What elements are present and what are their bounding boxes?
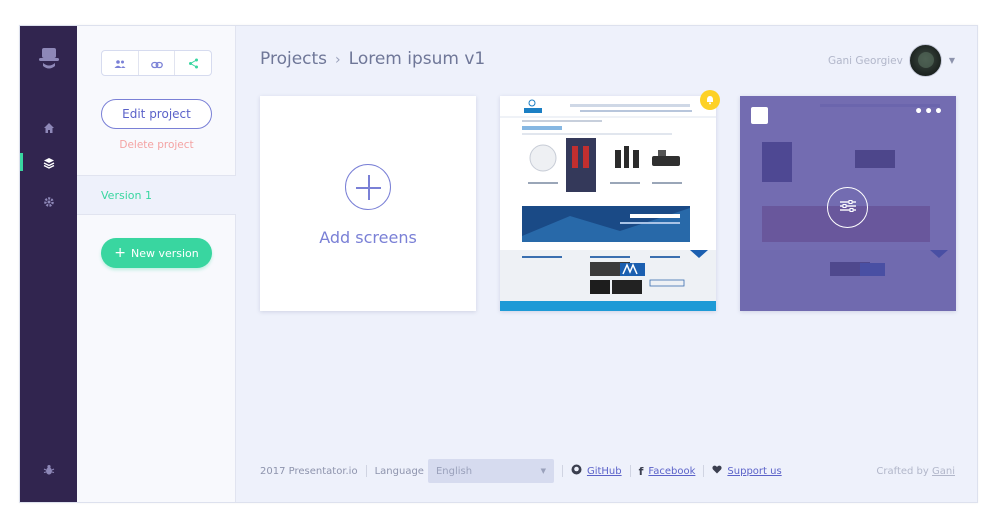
crafted-by: Crafted by Gani <box>876 466 955 477</box>
nav-settings[interactable] <box>20 190 77 214</box>
users-icon <box>114 54 126 73</box>
plus-icon: + <box>114 245 126 261</box>
avatar <box>908 44 942 77</box>
heart-icon <box>712 465 722 477</box>
screen-settings-button[interactable] <box>827 187 868 228</box>
breadcrumb-separator: › <box>335 52 341 68</box>
caret-down-icon: ▼ <box>540 467 546 475</box>
sliders-icon <box>839 198 857 217</box>
screen-thumbnail <box>500 96 716 311</box>
footer: 2017 Presentator.io Language English ▼ G… <box>260 459 955 483</box>
layers-icon <box>43 154 55 173</box>
github-link-text[interactable]: GitHub <box>587 466 622 477</box>
facebook-link[interactable]: f Facebook <box>639 465 696 478</box>
presentator-logo[interactable] <box>36 46 62 74</box>
footer-divider <box>703 465 705 477</box>
language-value: English <box>435 465 473 477</box>
user-name: Gani Georgiev <box>827 54 903 67</box>
home-icon <box>43 119 55 138</box>
share-icon <box>188 54 199 73</box>
edit-project-button[interactable]: Edit project <box>101 99 212 129</box>
bug-icon <box>43 461 55 480</box>
nav-report-bug[interactable] <box>20 458 77 482</box>
plus-circle-icon <box>345 164 391 210</box>
copyright-text: 2017 Presentator.io <box>260 465 358 477</box>
nav-home[interactable] <box>20 116 77 140</box>
members-button[interactable] <box>102 51 139 75</box>
language-select[interactable]: English ▼ <box>427 459 554 483</box>
add-screens-label: Add screens <box>319 228 417 247</box>
main-nav <box>20 26 77 502</box>
notification-bell-icon[interactable] <box>700 90 720 110</box>
footer-divider <box>561 465 563 477</box>
delete-project-link[interactable]: Delete project <box>77 139 236 151</box>
breadcrumb: Projects › Lorem ipsum v1 <box>260 49 485 69</box>
github-link[interactable]: GitHub <box>571 464 622 478</box>
facebook-icon: f <box>638 464 644 478</box>
support-link[interactable]: Support us <box>712 465 782 477</box>
crafted-prefix: Crafted by <box>876 465 929 477</box>
github-icon <box>571 464 582 478</box>
screen-card[interactable]: ••• <box>740 96 956 311</box>
support-link-text[interactable]: Support us <box>727 466 781 477</box>
facebook-link-text[interactable]: Facebook <box>648 466 695 477</box>
footer-divider <box>365 465 367 477</box>
select-checkbox[interactable] <box>751 107 768 124</box>
screen-hover-overlay: ••• <box>740 96 956 311</box>
link-icon <box>150 54 163 73</box>
preview-link-button[interactable] <box>139 51 176 75</box>
gear-icon <box>43 193 55 212</box>
nav-projects[interactable] <box>20 151 77 175</box>
breadcrumb-current: Lorem ipsum v1 <box>348 49 486 69</box>
share-button[interactable] <box>175 51 211 75</box>
new-version-label: New version <box>130 246 199 260</box>
footer-divider <box>629 465 631 477</box>
new-version-button[interactable]: + New version <box>101 238 212 268</box>
crafted-author-link[interactable]: Gani <box>932 466 955 477</box>
app-window: Edit project Delete project Version 1 + … <box>19 25 978 503</box>
more-options-icon[interactable]: ••• <box>914 105 944 119</box>
screen-card[interactable] <box>500 90 720 311</box>
version-item[interactable]: Version 1 <box>77 175 236 215</box>
caret-down-icon: ▼ <box>948 56 955 65</box>
breadcrumb-projects[interactable]: Projects <box>260 49 327 69</box>
version-label: Version 1 <box>101 188 152 202</box>
add-screens-card[interactable]: Add screens <box>260 96 476 311</box>
language-label: Language <box>374 465 424 477</box>
user-menu[interactable]: Gani Georgiev ▼ <box>828 44 955 77</box>
project-toolbar <box>101 50 212 76</box>
main-content: Projects › Lorem ipsum v1 Gani Georgiev ▼ … <box>237 26 977 502</box>
project-panel: Edit project Delete project Version 1 + … <box>77 26 236 502</box>
